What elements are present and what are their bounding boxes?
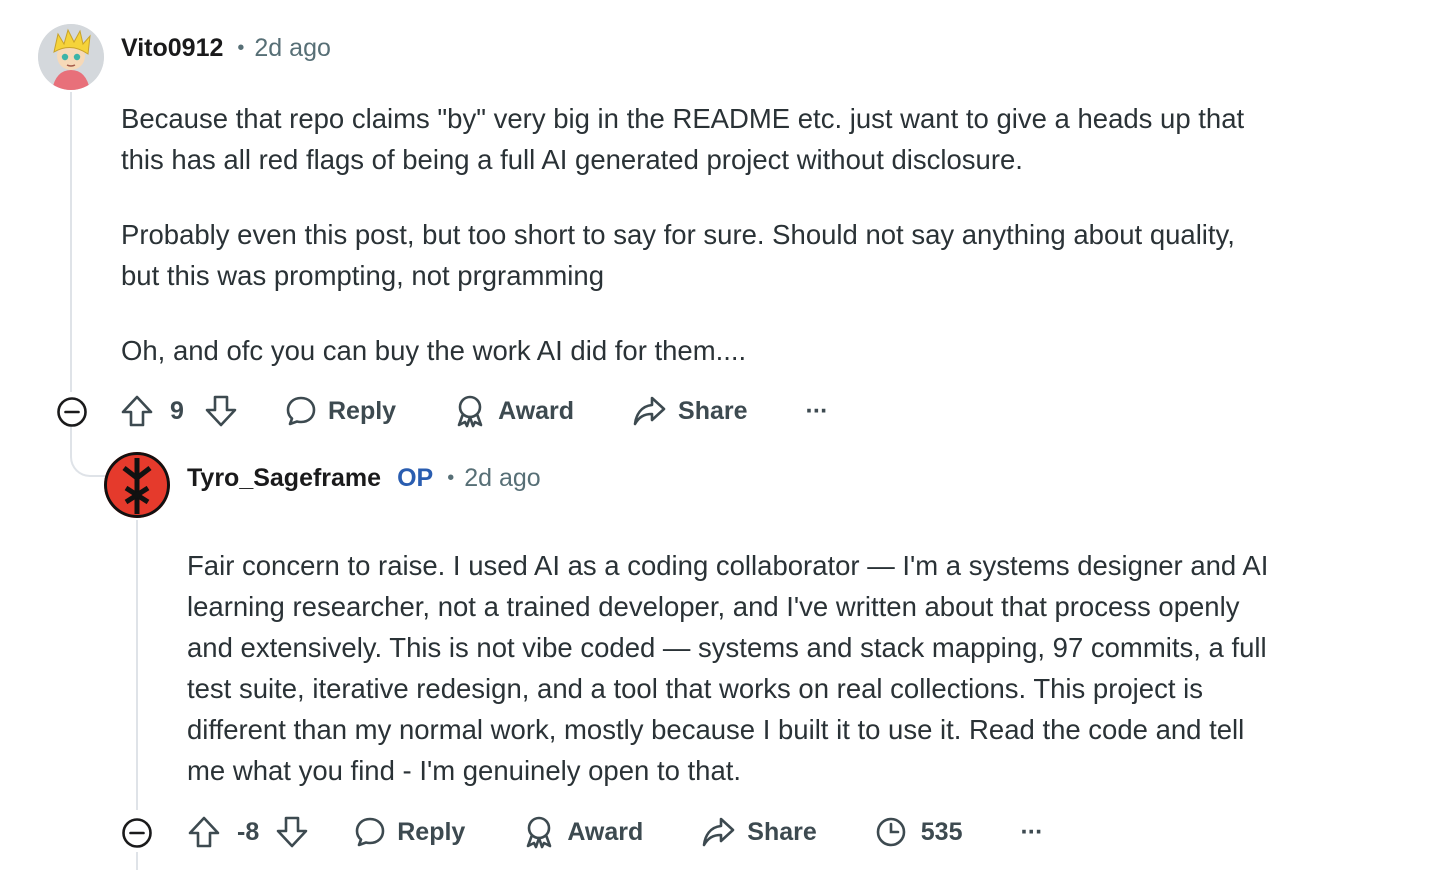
- username[interactable]: Tyro_Sageframe: [187, 464, 381, 493]
- comment-body: Because that repo claims "by" very big i…: [121, 98, 1244, 371]
- separator-dot: •: [447, 467, 455, 489]
- collapse-icon: [122, 818, 152, 848]
- award-button[interactable]: Award: [454, 394, 574, 428]
- upvote-button[interactable]: [187, 815, 221, 849]
- comment-line: me what you find - I'm genuinely open to…: [187, 755, 742, 786]
- comment-line: Oh, and ofc you can buy the work AI did …: [121, 335, 747, 366]
- collapse-button[interactable]: [121, 817, 153, 854]
- share-button[interactable]: Share: [701, 815, 817, 849]
- share-button[interactable]: Share: [632, 394, 748, 428]
- separator-dot: •: [237, 37, 245, 59]
- downvote-button[interactable]: [275, 815, 309, 849]
- thread-line-1[interactable]: [70, 92, 72, 392]
- reply-button[interactable]: Reply: [284, 394, 396, 428]
- comment-line: and extensively. This is not vibe coded …: [187, 632, 1267, 663]
- comment-line: Probably even this post, but too short t…: [121, 219, 1235, 250]
- more-icon: ···: [1020, 817, 1043, 846]
- avatar[interactable]: [38, 24, 104, 90]
- timestamp[interactable]: 2d ago: [464, 464, 540, 493]
- reply-icon: [286, 396, 316, 426]
- collapse-icon: [57, 397, 87, 427]
- comment-header: Vito0912 • 2d ago: [121, 34, 331, 63]
- username[interactable]: Vito0912: [121, 34, 223, 63]
- more-options-button[interactable]: ···: [805, 396, 829, 426]
- views-icon: [876, 817, 906, 847]
- share-label: Share: [747, 817, 817, 846]
- comment-header: Tyro_Sageframe OP • 2d ago: [187, 464, 541, 493]
- upvote-icon: [121, 395, 153, 427]
- downvote-icon: [205, 395, 237, 427]
- reply-label: Reply: [397, 817, 466, 846]
- award-icon: [527, 816, 552, 849]
- share-icon: [702, 817, 735, 847]
- award-label: Award: [498, 396, 575, 425]
- award-button[interactable]: Award: [523, 815, 643, 849]
- user-avatar-image: [38, 24, 104, 90]
- downvote-icon: [276, 816, 308, 848]
- reply-icon: [355, 817, 385, 847]
- collapse-button[interactable]: [56, 396, 88, 433]
- more-icon: ···: [805, 396, 829, 425]
- comment-line: test suite, iterative redesign, and a to…: [187, 673, 1203, 704]
- comment-line: learning researcher, not a trained devel…: [187, 591, 1240, 622]
- timestamp[interactable]: 2d ago: [254, 34, 330, 63]
- user-avatar-image: [104, 452, 170, 518]
- reply-button[interactable]: Reply: [353, 815, 465, 849]
- vote-count: -8: [237, 817, 260, 846]
- award-label: Award: [567, 817, 644, 846]
- comment-line: different than my normal work, mostly be…: [187, 714, 1245, 745]
- reply-label: Reply: [328, 396, 397, 425]
- views-count: 535: [920, 817, 963, 846]
- comment-body: Fair concern to raise. I used AI as a co…: [187, 545, 1268, 791]
- upvote-button[interactable]: [120, 394, 154, 428]
- comment-actions: -8 Reply Award Share 535 ···: [187, 810, 1043, 854]
- share-label: Share: [678, 396, 748, 425]
- comment-line: Fair concern to raise. I used AI as a co…: [187, 550, 1269, 581]
- comment-line: but this was prompting, not prgramming: [121, 260, 604, 291]
- comment-line: Because that repo claims "by" very big i…: [121, 103, 1245, 134]
- upvote-icon: [188, 816, 220, 848]
- share-icon: [633, 396, 666, 426]
- more-options-button[interactable]: ···: [1020, 817, 1043, 847]
- views-button[interactable]: 535: [875, 816, 963, 848]
- thread-line-2-tail: [136, 852, 138, 870]
- comment-line: this has all red flags of being a full A…: [121, 144, 1023, 175]
- op-badge: OP: [397, 464, 434, 492]
- downvote-button[interactable]: [204, 394, 238, 428]
- vote-count: 9: [170, 396, 184, 425]
- award-icon: [457, 395, 483, 428]
- comment-actions: 9 Reply Award Share ···: [120, 389, 829, 433]
- avatar[interactable]: [104, 452, 170, 518]
- thread-line-2[interactable]: [136, 520, 138, 810]
